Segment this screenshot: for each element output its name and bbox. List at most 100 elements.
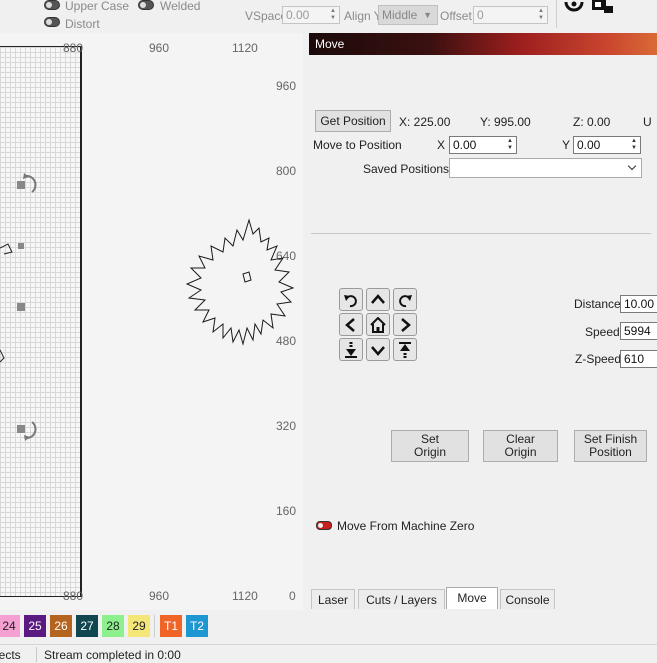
- jog-down-button[interactable]: [366, 338, 390, 361]
- toolbar-divider: [556, 0, 557, 28]
- y-axis-label: 0: [289, 589, 296, 603]
- selection-handle[interactable]: [17, 303, 25, 311]
- welded-toggle[interactable]: [138, 0, 154, 10]
- y-axis-label: 320: [276, 419, 297, 433]
- speed-label: Speed: [585, 325, 620, 339]
- jog-rotate-ccw-button[interactable]: [339, 288, 363, 311]
- distort-toggle[interactable]: [44, 17, 60, 27]
- vspace-input[interactable]: 0.00 ▲ ▼: [282, 6, 340, 24]
- move-y-value: 0.00: [577, 138, 601, 152]
- jog-rotate-cw-button[interactable]: [393, 288, 417, 311]
- offset-spinner-icon[interactable]: ▲ ▼: [536, 8, 546, 22]
- tab-cuts-layers[interactable]: Cuts / Layers: [358, 589, 445, 609]
- home-icon: [370, 317, 386, 333]
- tab-move[interactable]: Move: [446, 587, 498, 609]
- y-axis-label: 800: [276, 164, 297, 178]
- jog-right-button[interactable]: [393, 313, 417, 336]
- z-down-icon: [345, 342, 357, 358]
- y-axis-label: 160: [276, 504, 297, 518]
- distance-input[interactable]: 10.00: [620, 295, 657, 313]
- z-up-icon: [399, 342, 411, 358]
- x-axis-label-bottom: 880: [63, 589, 84, 603]
- move-y-input[interactable]: 0.00 ▲ ▼: [573, 136, 641, 154]
- speed-input[interactable]: 5994: [620, 322, 657, 340]
- upper-case-toggle[interactable]: [44, 0, 60, 10]
- position-x-readout: X: 225.00: [399, 115, 451, 129]
- align-y-label: Align Y: [344, 9, 382, 23]
- move-x-spinner-icon[interactable]: ▲ ▼: [505, 138, 515, 152]
- color-swatch-24[interactable]: 24: [0, 615, 20, 637]
- z-speed-label: Z-Speed: [575, 352, 622, 366]
- vspace-spinner-icon[interactable]: ▲ ▼: [328, 8, 338, 22]
- color-swatch-29[interactable]: 29: [128, 615, 150, 637]
- set-finish-position-button[interactable]: Set Finish Position: [574, 430, 647, 462]
- color-swatch-t1[interactable]: T1: [160, 615, 182, 637]
- status-bar: jects Stream completed in 0:00: [0, 644, 657, 663]
- tab-console[interactable]: Console: [500, 589, 555, 609]
- palette-divider: [154, 615, 155, 637]
- rotate-cw-icon: [399, 295, 412, 308]
- frame-tool-icon[interactable]: [590, 0, 614, 14]
- x-axis-label-bottom: 960: [149, 589, 170, 603]
- status-divider: [36, 647, 37, 662]
- position-u-readout: U: [643, 115, 652, 129]
- color-swatch-26[interactable]: 26: [50, 615, 72, 637]
- vspace-label: VSpace: [245, 9, 288, 23]
- x-axis-label-top: 960: [149, 41, 170, 55]
- selection-handle[interactable]: [18, 243, 24, 249]
- tab-laser[interactable]: Laser: [311, 589, 355, 609]
- rotate-handle-icon[interactable]: [22, 419, 38, 441]
- set-origin-button[interactable]: Set Origin: [391, 430, 469, 462]
- move-from-machine-zero-label: Move From Machine Zero: [337, 519, 475, 533]
- section-divider: [311, 233, 651, 234]
- rotate-tool-icon[interactable]: [563, 0, 585, 14]
- panel-header: Move: [309, 33, 657, 55]
- arrow-down-icon: [371, 346, 385, 356]
- offset-input[interactable]: 0 ▲ ▼: [473, 6, 548, 24]
- move-x-input[interactable]: 0.00 ▲ ▼: [449, 136, 517, 154]
- jog-up-button[interactable]: [366, 288, 390, 311]
- arrow-up-icon: [371, 294, 385, 304]
- get-position-button[interactable]: Get Position: [315, 110, 391, 132]
- vspace-value: 0.00: [286, 8, 310, 22]
- rotate-ccw-icon: [344, 295, 357, 308]
- align-y-value: Middle: [382, 8, 418, 22]
- x-axis-label-top: 880: [63, 41, 84, 55]
- panel-title: Move: [315, 37, 345, 51]
- move-to-position-label: Move to Position: [313, 138, 402, 152]
- layer-color-palette: 24 25 26 27 28 29 T1 T2: [0, 610, 657, 642]
- upper-case-label: Upper Case: [65, 0, 130, 13]
- y-axis-label: 960: [276, 79, 297, 93]
- saved-positions-select[interactable]: [449, 158, 642, 178]
- stream-status-text: Stream completed in 0:00: [44, 648, 181, 662]
- move-y-spinner-icon[interactable]: ▲ ▼: [629, 138, 639, 152]
- z-speed-input[interactable]: 610: [620, 350, 657, 368]
- color-swatch-t2[interactable]: T2: [186, 615, 208, 637]
- welded-label: Welded: [160, 0, 201, 13]
- move-from-machine-zero-toggle[interactable]: [316, 521, 332, 530]
- jog-home-button[interactable]: [366, 313, 390, 336]
- clear-origin-button[interactable]: Clear Origin: [483, 430, 558, 462]
- jog-z-down-button[interactable]: [339, 338, 363, 361]
- jog-z-up-button[interactable]: [393, 338, 417, 361]
- color-swatch-25[interactable]: 25: [24, 615, 46, 637]
- position-z-readout: Z: 0.00: [573, 115, 611, 129]
- move-x-value: 0.00: [453, 138, 477, 152]
- align-y-select[interactable]: Middle ▼: [378, 5, 438, 25]
- distance-value: 10.00: [624, 297, 655, 311]
- offset-label: Offset: [440, 9, 472, 23]
- maple-leaf-shape[interactable]: [185, 216, 303, 363]
- rotate-handle-icon[interactable]: [22, 173, 38, 195]
- workspace-canvas[interactable]: 880 960 1120 880 960 1120 960 800 640 48…: [0, 33, 303, 610]
- saved-positions-label: Saved Positions:: [363, 162, 453, 176]
- color-swatch-28[interactable]: 28: [102, 615, 124, 637]
- text-options-toolbar: Upper Case Welded Distort VSpace 0.00 ▲ ▼…: [0, 0, 657, 33]
- position-y-readout: Y: 995.00: [480, 115, 531, 129]
- distort-label: Distort: [65, 17, 100, 31]
- z-speed-value: 610: [624, 352, 645, 366]
- move-x-label: X: [437, 138, 446, 152]
- jog-left-button[interactable]: [339, 313, 363, 336]
- chevron-down-icon: [627, 161, 637, 171]
- shape-fragment: [0, 243, 13, 363]
- color-swatch-27[interactable]: 27: [76, 615, 98, 637]
